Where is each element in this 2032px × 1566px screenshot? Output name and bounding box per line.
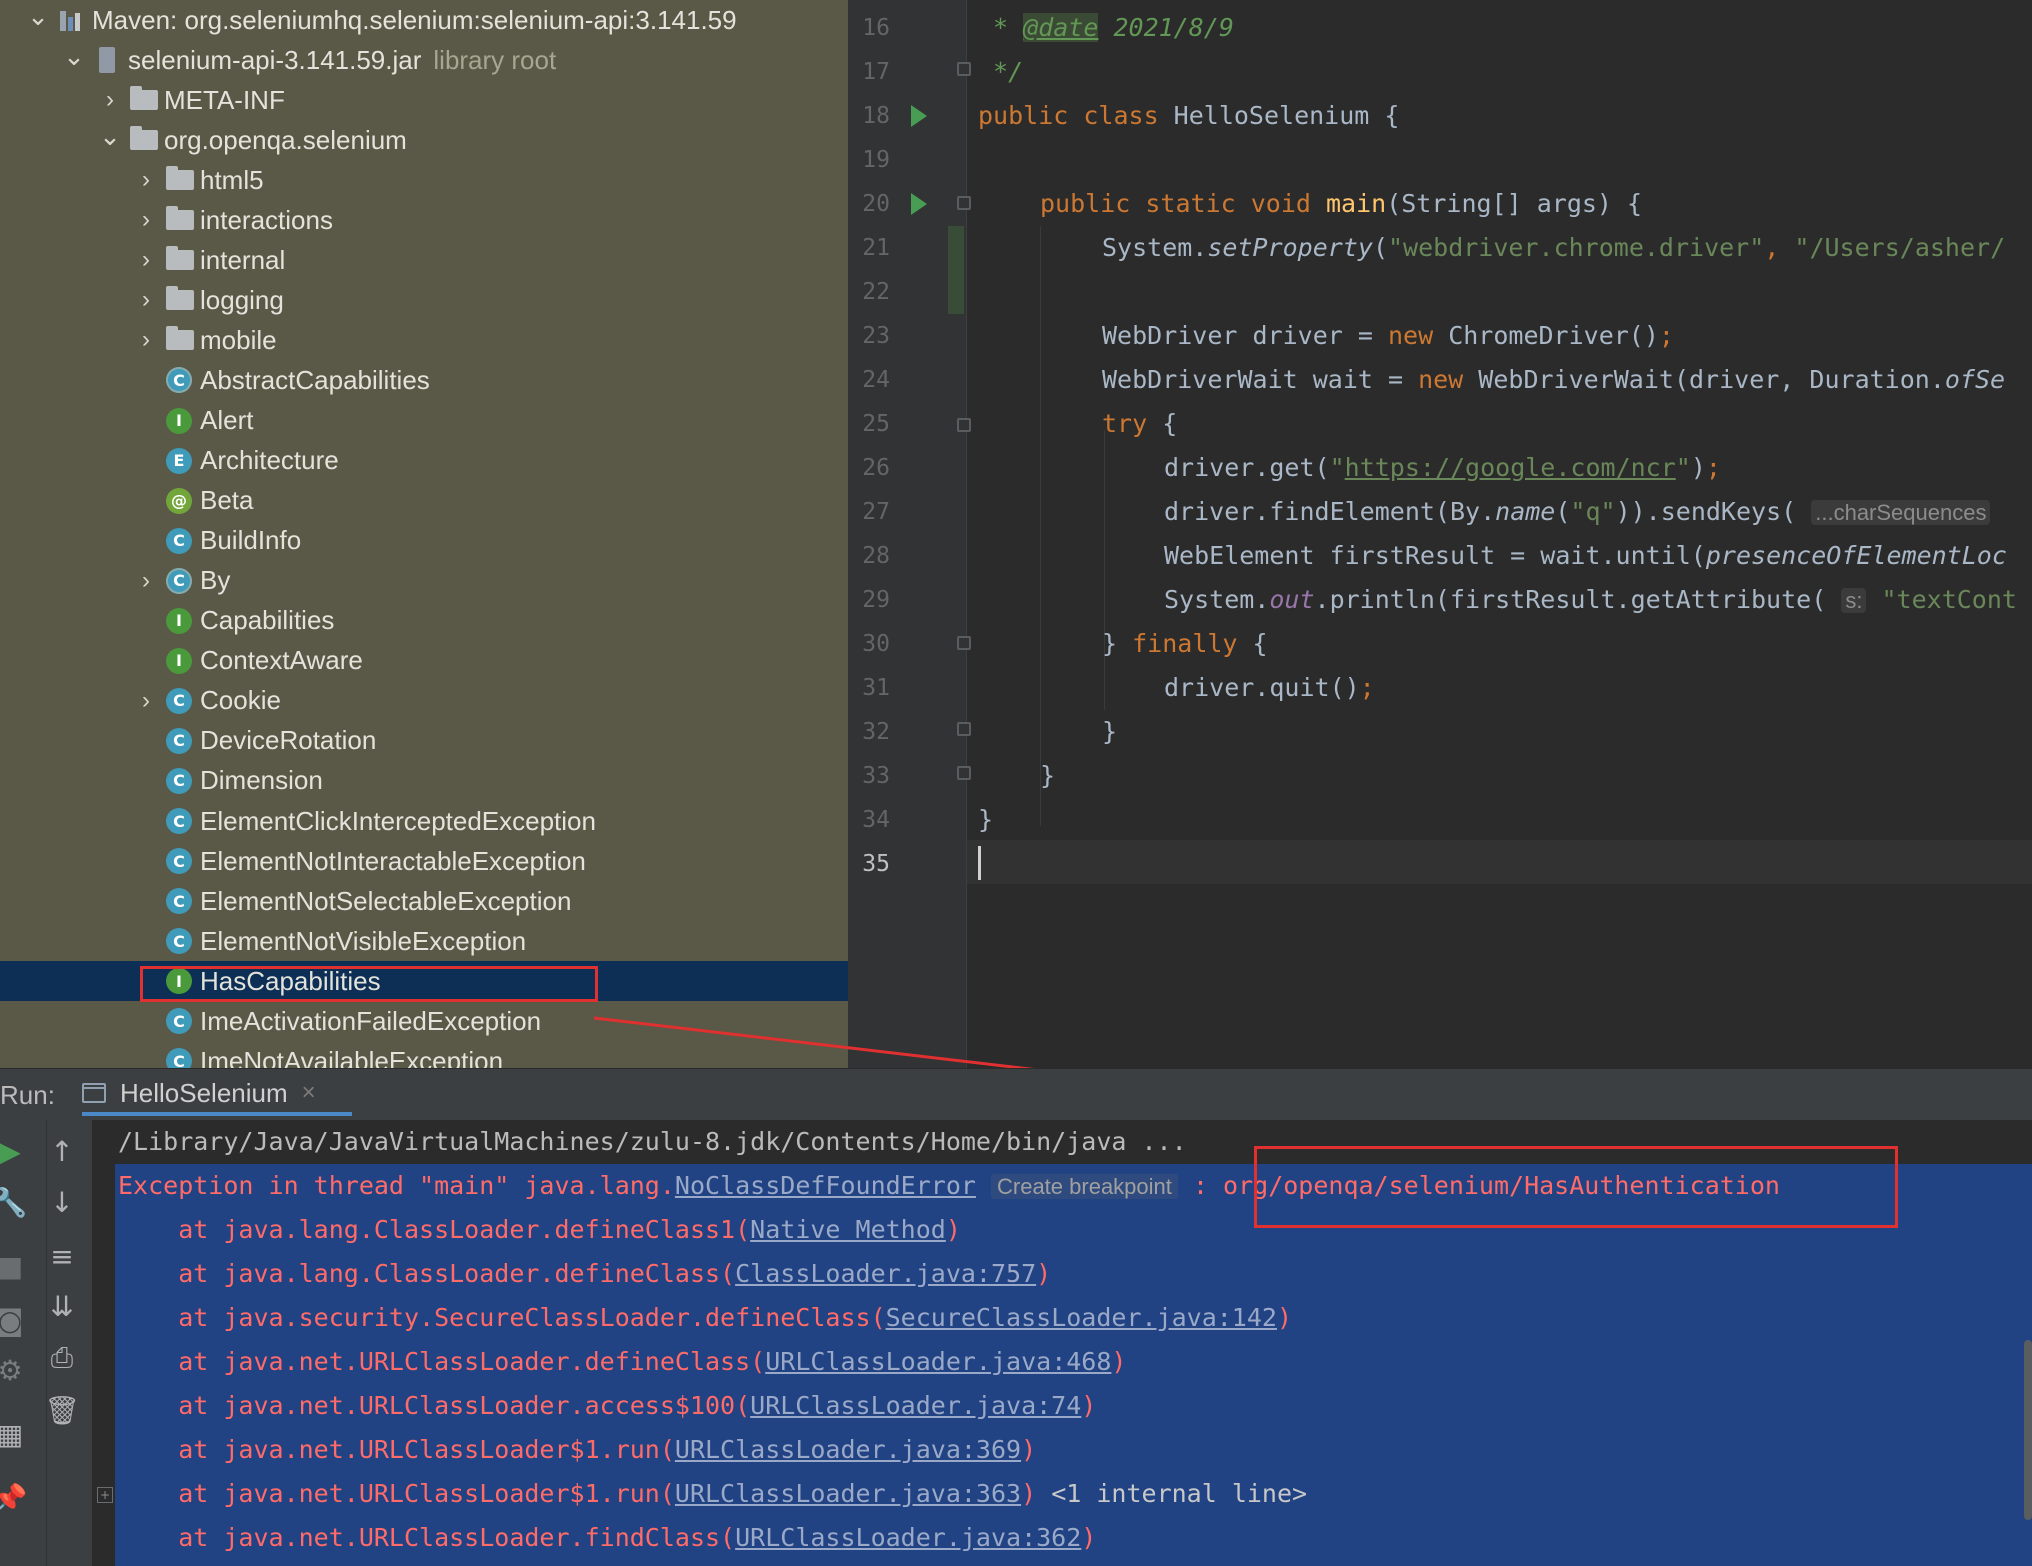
settings-icon[interactable]: ⚙: [0, 1350, 30, 1390]
soft-wrap-icon[interactable]: ≡: [42, 1236, 82, 1276]
source-link[interactable]: SecureClassLoader.java:142: [886, 1303, 1277, 1332]
scroll-to-end-icon[interactable]: ⇊: [42, 1286, 82, 1326]
console-tab-icon: [82, 1083, 106, 1103]
run-panel-title: Run:: [0, 1080, 55, 1110]
console-scrollbar[interactable]: [2024, 1340, 2032, 1520]
annotation-highlight-box: [1254, 1146, 1898, 1228]
close-icon[interactable]: ×: [302, 1079, 316, 1107]
up-arrow-icon[interactable]: ↑: [42, 1131, 82, 1171]
tab-hello-selenium[interactable]: HelloSelenium ×: [82, 1070, 316, 1116]
trash-icon[interactable]: 🗑: [42, 1390, 82, 1430]
stop-icon[interactable]: ■: [0, 1246, 30, 1286]
run-icon[interactable]: ▶: [0, 1131, 30, 1171]
stack-frame-line: at java.lang.ClassLoader.defineClass(Cla…: [118, 1259, 1052, 1288]
down-arrow-icon[interactable]: ↓: [42, 1182, 82, 1222]
layout-icon[interactable]: ▦: [0, 1414, 30, 1454]
stack-frame-line: at java.net.URLClassLoader$1.run(URLClas…: [118, 1479, 1308, 1508]
stack-frame-line: at java.net.URLClassLoader.defineClass(U…: [118, 1347, 1127, 1376]
console-command-line: /Library/Java/JavaVirtualMachines/zulu-8…: [118, 1127, 1187, 1156]
print-icon[interactable]: ⎙: [42, 1338, 82, 1378]
source-link[interactable]: URLClassLoader.java:74: [750, 1391, 1081, 1420]
expand-icon[interactable]: +: [97, 1487, 113, 1503]
exception-link[interactable]: NoClassDefFoundError: [675, 1171, 976, 1200]
camera-icon[interactable]: ◙: [0, 1300, 30, 1340]
source-link[interactable]: Native Method: [750, 1215, 946, 1244]
source-link[interactable]: URLClassLoader.java:468: [765, 1347, 1111, 1376]
stack-frame-line: at java.lang.ClassLoader.defineClass1(Na…: [118, 1215, 961, 1244]
create-breakpoint-hint[interactable]: Create breakpoint: [991, 1174, 1178, 1199]
source-link[interactable]: URLClassLoader.java:363: [675, 1479, 1021, 1508]
source-link[interactable]: URLClassLoader.java:362: [735, 1523, 1081, 1552]
wrench-icon[interactable]: 🔧: [0, 1182, 30, 1222]
pin-icon[interactable]: 📌: [0, 1478, 30, 1518]
tab-label: HelloSelenium: [120, 1077, 288, 1108]
source-link[interactable]: URLClassLoader.java:369: [675, 1435, 1021, 1464]
stack-frame-line: at java.security.SecureClassLoader.defin…: [118, 1303, 1293, 1332]
stack-frame-line: at java.net.URLClassLoader.findClass(URL…: [118, 1523, 1097, 1552]
active-tab-indicator: [82, 1112, 352, 1116]
stack-frame-line: at java.net.URLClassLoader$1.run(URLClas…: [118, 1435, 1037, 1464]
source-link[interactable]: ClassLoader.java:757: [735, 1259, 1036, 1288]
stack-frame-line: at java.net.URLClassLoader.access$100(UR…: [118, 1391, 1097, 1420]
